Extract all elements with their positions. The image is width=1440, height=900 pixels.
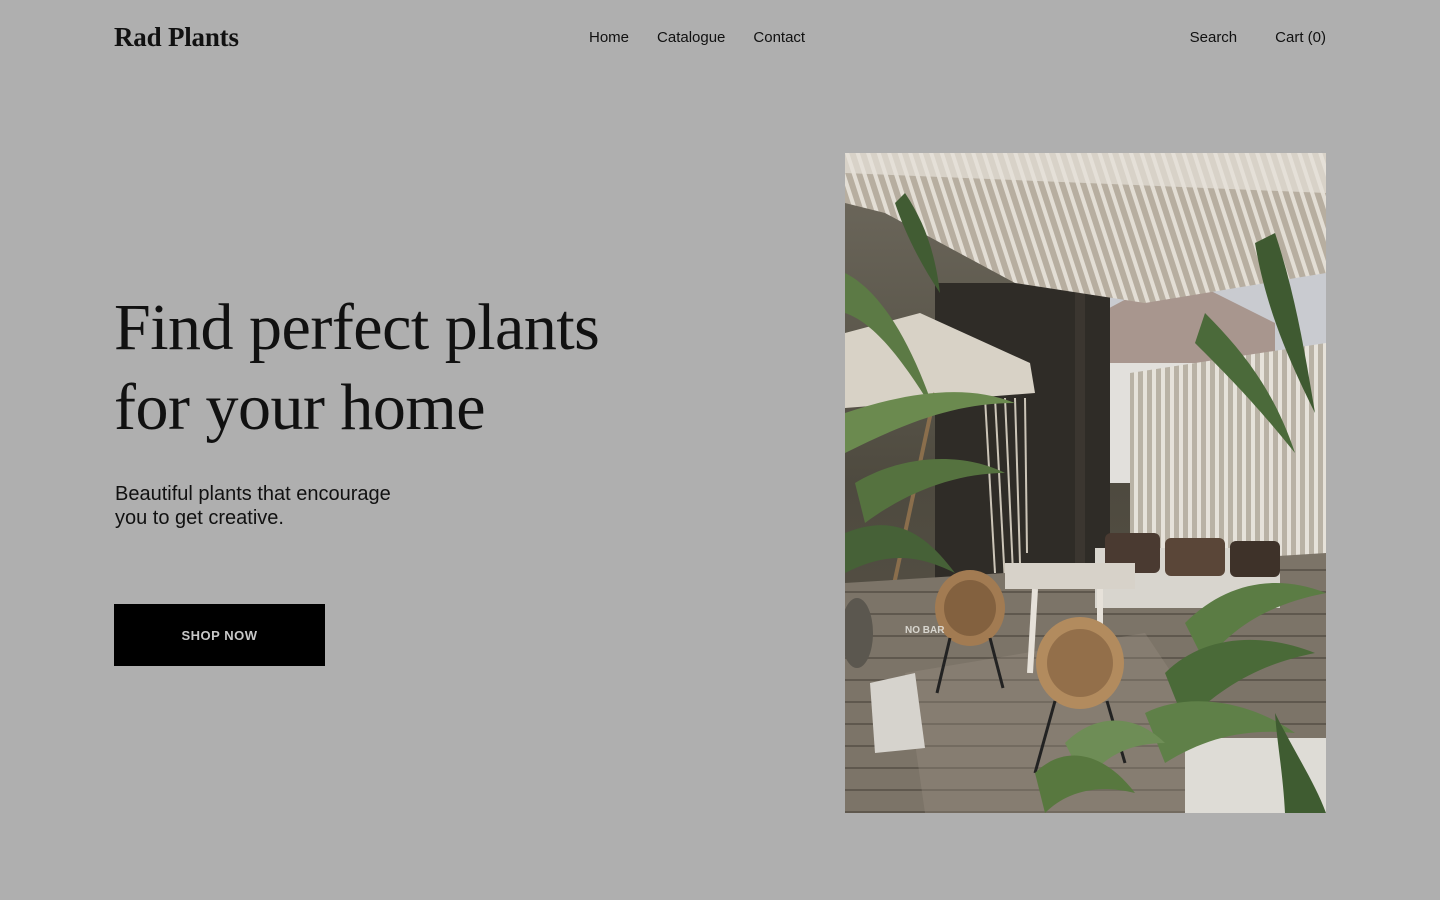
image-cushion-2 <box>1165 538 1225 576</box>
site-header: Rad Plants Home Catalogue Contact Search… <box>0 0 1440 80</box>
nav-link-home[interactable]: Home <box>589 29 629 46</box>
cart-link[interactable]: Cart (0) <box>1275 29 1326 46</box>
hero-title: Find perfect plants for your home <box>114 288 674 448</box>
svg-text:NO BAR: NO BAR <box>905 625 945 636</box>
hero-title-line-1: Find perfect plants <box>114 291 600 364</box>
shop-now-button[interactable]: SHOP NOW <box>114 604 325 666</box>
image-cushion-3 <box>1230 541 1280 577</box>
hero-image: NO BAR <box>845 153 1326 813</box>
nav-link-contact[interactable]: Contact <box>753 29 805 46</box>
utility-nav: Search Cart (0) <box>1190 29 1326 46</box>
hero-title-line-2: for your home <box>114 371 486 444</box>
search-link[interactable]: Search <box>1190 29 1238 46</box>
brand-logo[interactable]: Rad Plants <box>114 22 239 53</box>
hero-subtitle: Beautiful plants that encourage you to g… <box>115 483 391 529</box>
image-sign: NO BAR <box>905 625 945 636</box>
image-table-top <box>1005 563 1135 589</box>
main-nav: Home Catalogue Contact <box>589 29 805 46</box>
nav-link-catalogue[interactable]: Catalogue <box>657 29 725 46</box>
